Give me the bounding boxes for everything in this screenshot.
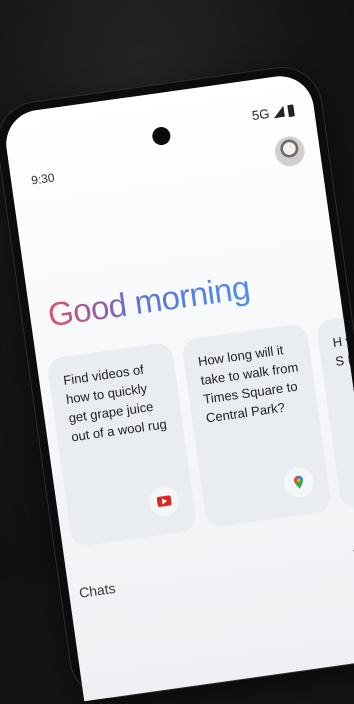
front-camera bbox=[151, 125, 172, 147]
google-maps-icon bbox=[281, 465, 316, 500]
suggestion-cards: Find videos of how to quickly get grape … bbox=[46, 313, 354, 548]
battery-icon bbox=[287, 103, 295, 117]
phone-screen: 9:30 5G Good morning Find videos of how … bbox=[1, 71, 354, 702]
chats-label: Chats bbox=[78, 579, 117, 601]
status-icons: 5G bbox=[251, 102, 295, 123]
signal-icon bbox=[272, 105, 285, 119]
chats-row[interactable]: Chats › bbox=[72, 532, 354, 613]
youtube-icon bbox=[147, 484, 182, 519]
chevron-right-icon: › bbox=[350, 539, 354, 568]
suggestion-card[interactable]: Find videos of how to quickly get grape … bbox=[46, 341, 198, 548]
greeting-title: Good morning bbox=[45, 268, 252, 334]
network-label: 5G bbox=[251, 105, 271, 124]
phone-frame: 9:30 5G Good morning Find videos of how … bbox=[0, 62, 354, 703]
avatar[interactable] bbox=[273, 135, 306, 168]
suggestion-text: How long will it take to walk from Times… bbox=[197, 342, 300, 426]
suggestion-text: H w S P bbox=[331, 332, 354, 369]
suggestion-card[interactable]: How long will it take to walk from Times… bbox=[180, 322, 333, 529]
suggestion-text: Find videos of how to quickly get grape … bbox=[62, 361, 168, 445]
phone-stage: 9:30 5G Good morning Find videos of how … bbox=[0, 0, 354, 703]
status-time: 9:30 bbox=[30, 170, 56, 188]
